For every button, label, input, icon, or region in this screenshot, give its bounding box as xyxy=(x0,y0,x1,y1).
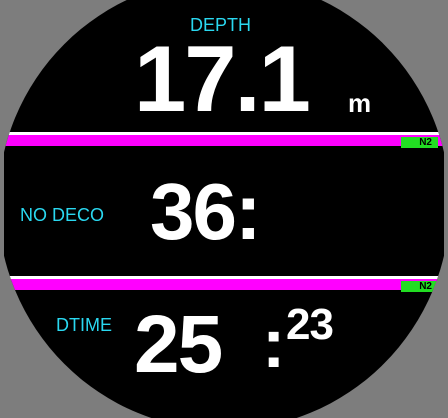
gas-bar-top: N2 xyxy=(4,132,444,148)
depth-value: 17.1 xyxy=(134,26,311,131)
gas-badge: N2 xyxy=(401,281,438,292)
dtime-minutes: 25 xyxy=(134,299,223,390)
bar-fill xyxy=(4,135,444,146)
depth-unit: m xyxy=(348,88,372,118)
dtime-label: DTIME xyxy=(56,315,112,335)
ndl-label: NO DECO xyxy=(20,205,105,225)
ndl-value: 36: xyxy=(150,167,262,256)
dtime-separator: : xyxy=(262,304,286,382)
dtime-seconds: 23 xyxy=(286,300,334,349)
display-dial: DEPTH 17.1 m N2 NO DECO 36: N2 DTIME 25 … xyxy=(4,0,444,418)
dive-computer-screen: DEPTH 17.1 m N2 NO DECO 36: N2 DTIME 25 … xyxy=(4,0,444,418)
bar-fill xyxy=(4,279,444,290)
gas-bar-bottom: N2 xyxy=(4,276,444,292)
gas-badge: N2 xyxy=(401,137,438,148)
